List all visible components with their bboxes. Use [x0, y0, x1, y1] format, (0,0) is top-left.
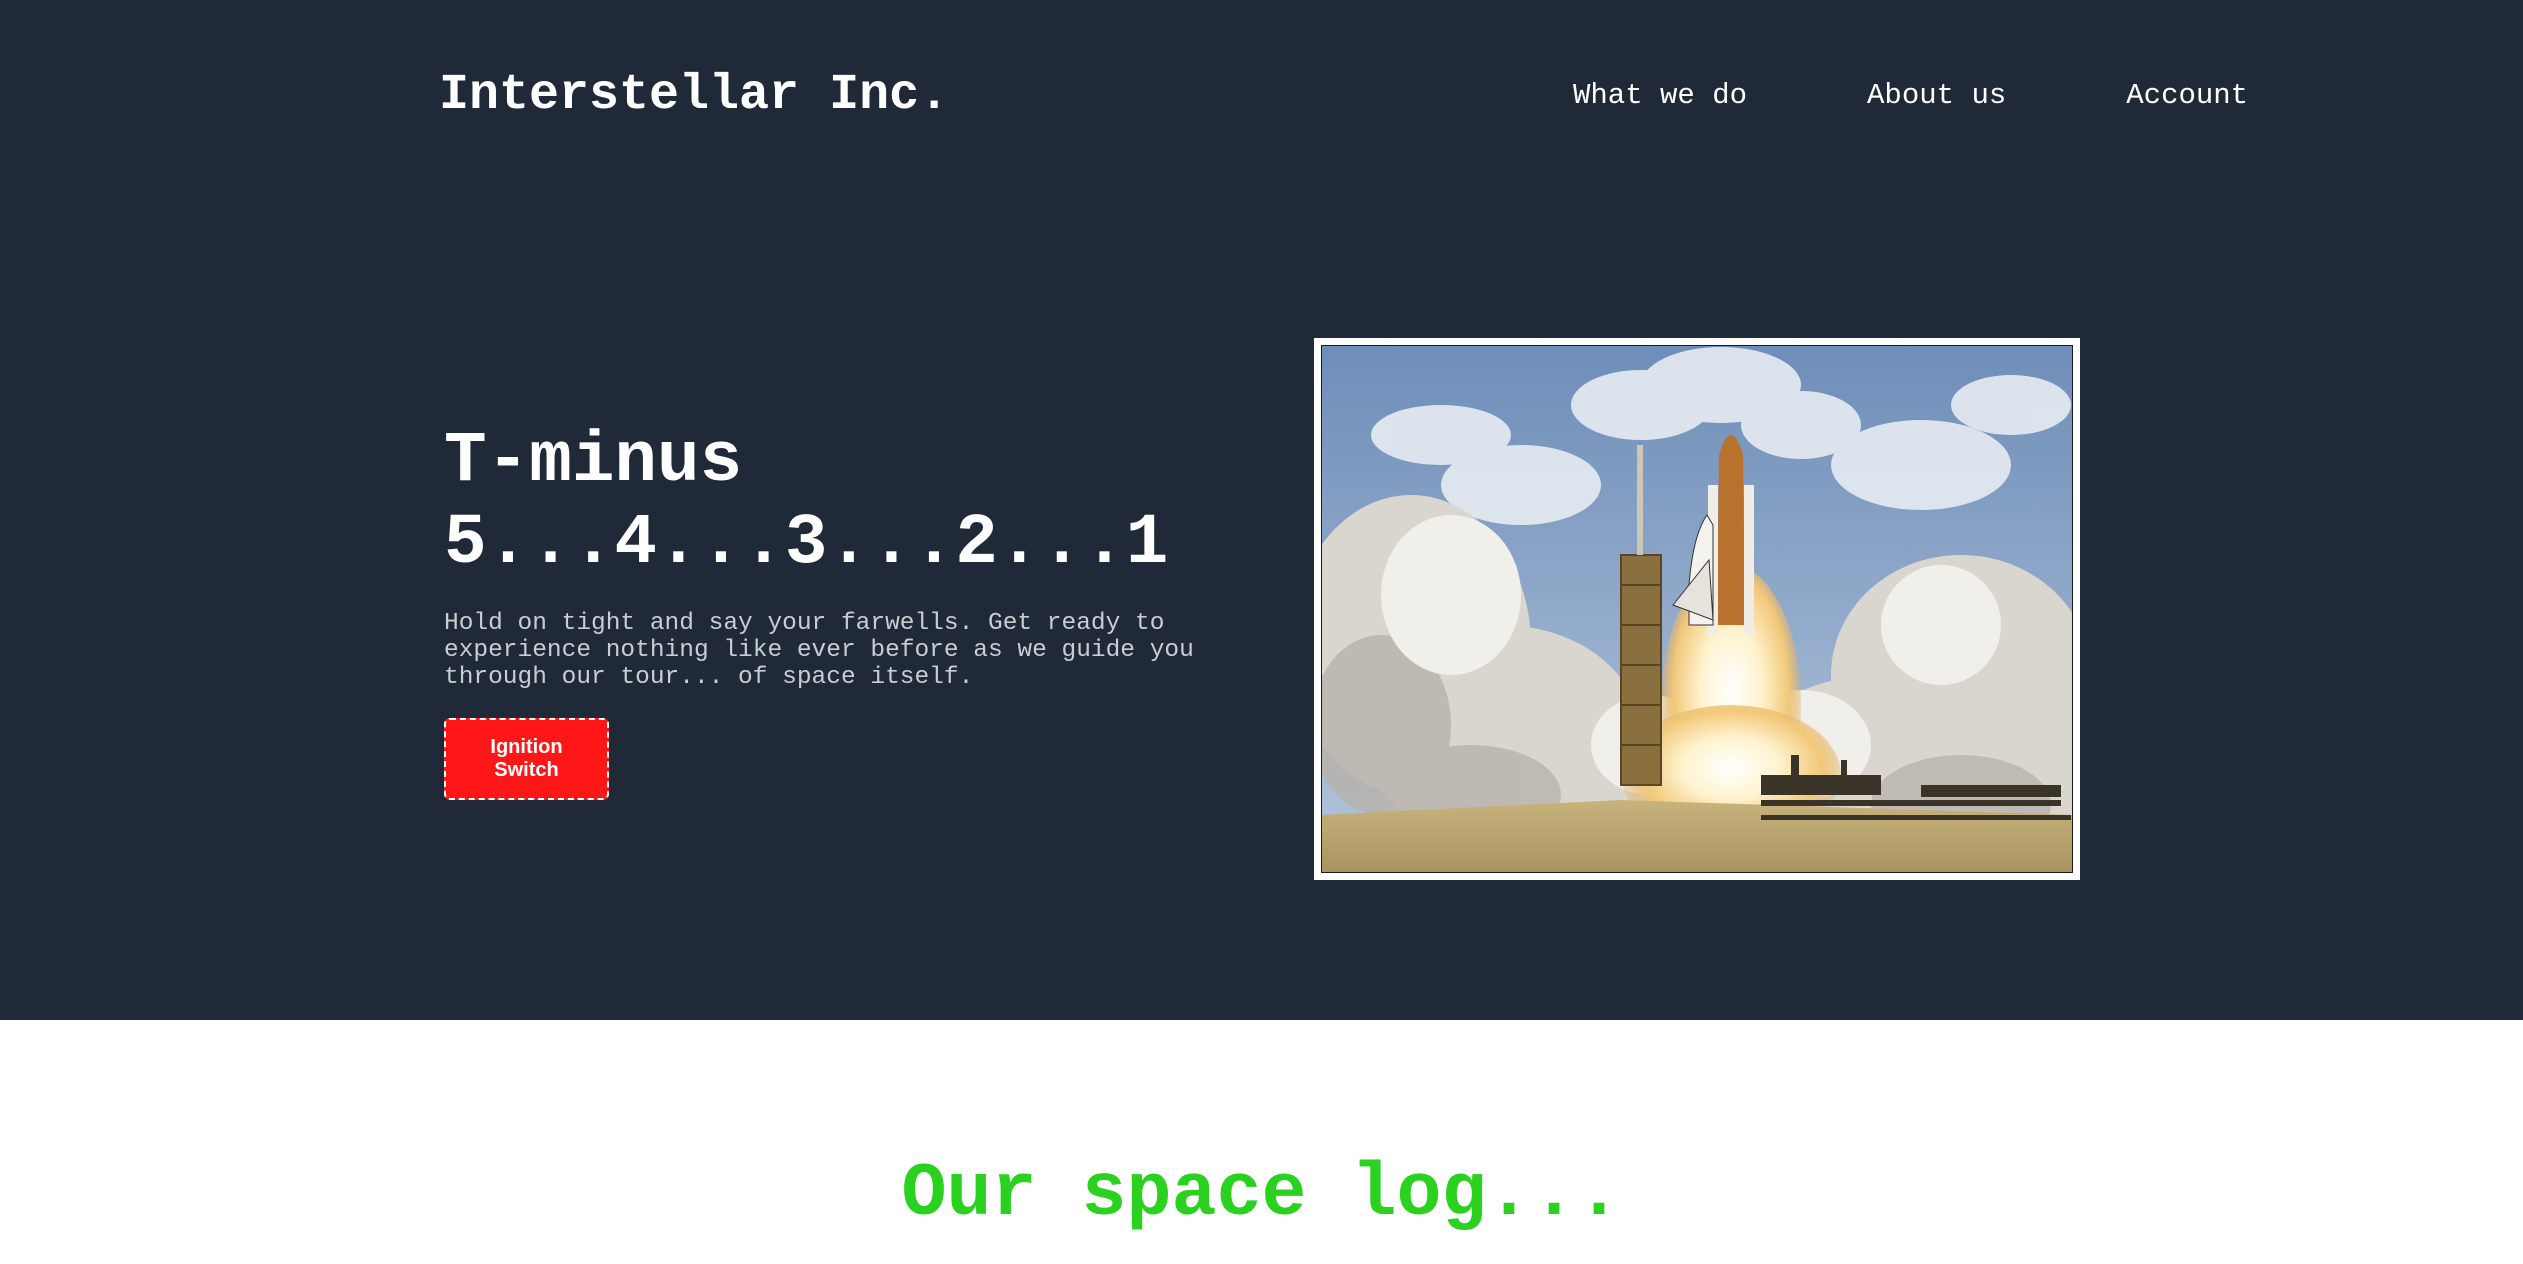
- nav-link-what-we-do[interactable]: What we do: [1573, 78, 1747, 114]
- main-nav: What we do About us Account: [1573, 78, 2248, 114]
- hero-headline: T-minus 5...4...3...2...1: [444, 422, 1169, 584]
- nav-link-account[interactable]: Account: [2126, 78, 2248, 114]
- hero-section: Interstellar Inc. What we do About us Ac…: [0, 0, 2523, 1020]
- shuttle-launch-image: [1321, 345, 2073, 873]
- nav-link-about-us[interactable]: About us: [1867, 78, 2006, 114]
- space-log-title: Our space log...: [901, 1152, 1622, 1237]
- hero-tagline: Hold on tight and say your farwells. Get…: [444, 610, 1194, 691]
- ignition-switch-button[interactable]: Ignition Switch: [444, 718, 609, 800]
- hero-image-frame: [1314, 338, 2080, 880]
- site-logo[interactable]: Interstellar Inc.: [439, 66, 949, 126]
